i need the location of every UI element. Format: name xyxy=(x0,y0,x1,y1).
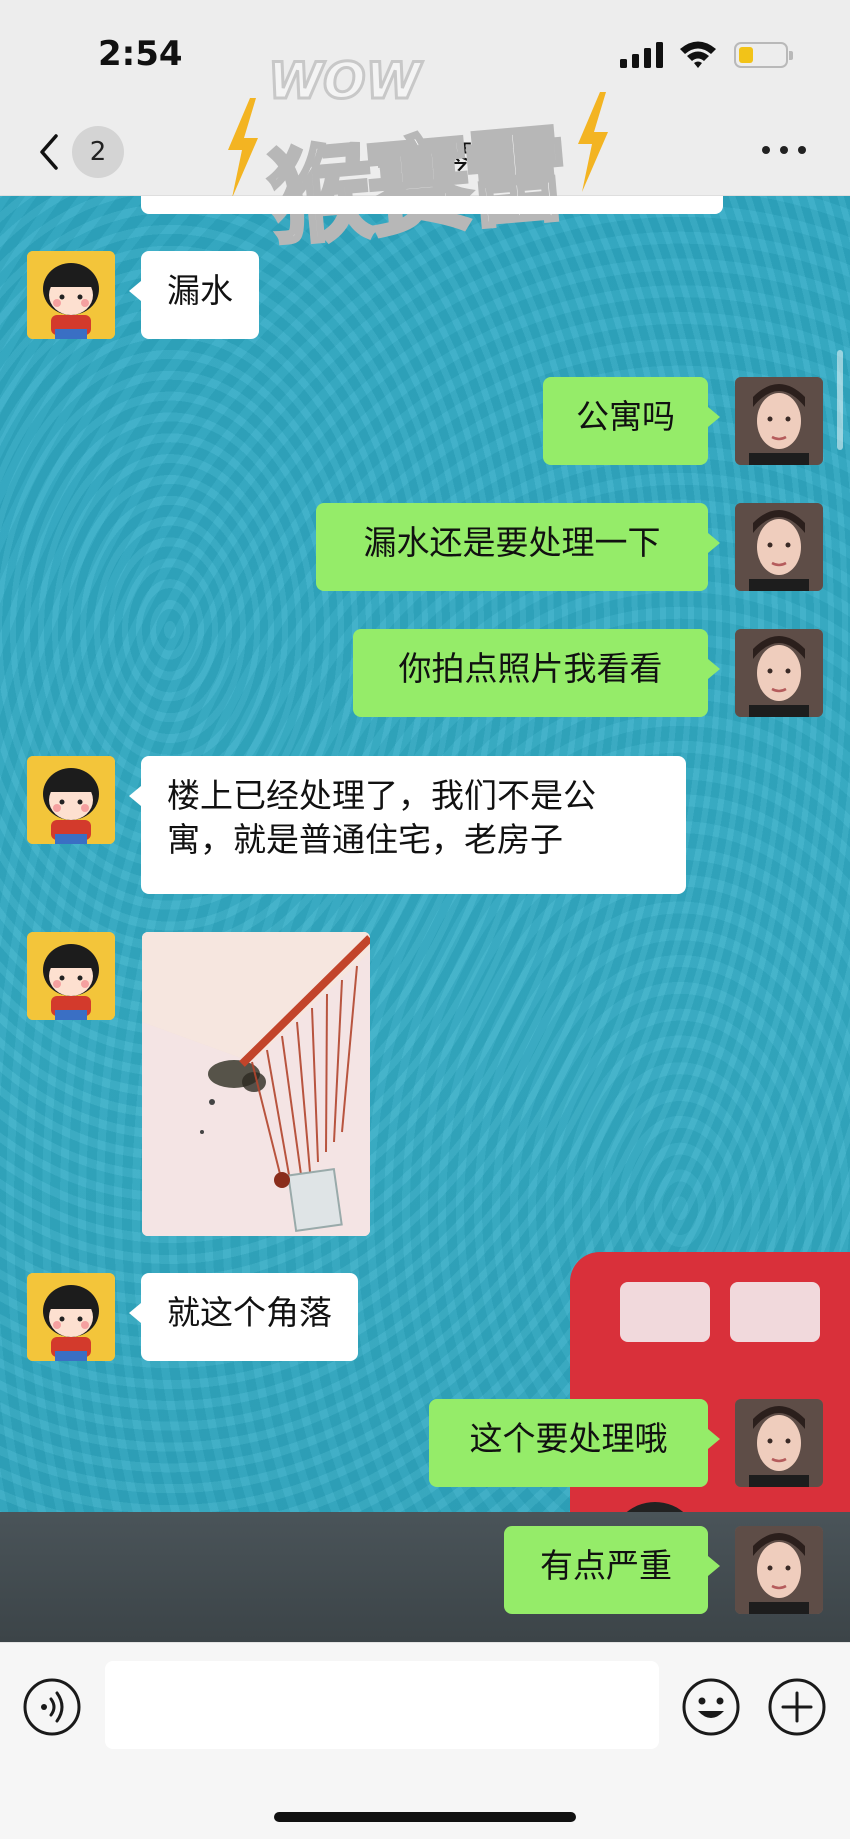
message-text-line: 楼上已经处理了，我们不是公 xyxy=(167,776,596,815)
image-message[interactable] xyxy=(142,932,370,1236)
truck-window xyxy=(620,1282,710,1342)
my-avatar[interactable] xyxy=(735,1526,823,1614)
chevron-left-icon xyxy=(40,134,58,170)
unread-count-badge: 2 xyxy=(72,126,124,178)
voice-icon[interactable] xyxy=(22,1677,82,1737)
message-text: 就这个角落 xyxy=(167,1293,332,1332)
cartoon-girl-avatar-icon xyxy=(27,251,115,339)
message-input[interactable] xyxy=(105,1661,659,1749)
my-avatar[interactable] xyxy=(735,377,823,465)
message-text: 你拍点照片我看看 xyxy=(398,649,663,688)
battery-icon xyxy=(734,42,793,68)
more-dots-icon xyxy=(780,146,788,154)
outgoing-message-bubble[interactable]: 公寓吗 xyxy=(543,377,720,465)
user-photo-avatar-icon xyxy=(735,377,823,465)
my-avatar[interactable] xyxy=(735,1399,823,1487)
message-text: 公寓吗 xyxy=(576,397,675,436)
outgoing-message-bubble[interactable]: 漏水还是要处理一下 xyxy=(316,503,720,591)
my-avatar[interactable] xyxy=(735,629,823,717)
cartoon-girl-avatar-icon xyxy=(27,1273,115,1361)
contact-avatar[interactable] xyxy=(27,932,115,1020)
outgoing-message-bubble[interactable]: 有点严重 xyxy=(504,1526,720,1614)
user-photo-avatar-icon xyxy=(735,629,823,717)
wifi-icon xyxy=(680,41,716,68)
message-text: 漏水还是要处理一下 xyxy=(363,523,661,562)
plus-icon[interactable] xyxy=(767,1677,827,1737)
contact-avatar[interactable] xyxy=(27,1273,115,1361)
more-options-button[interactable] xyxy=(760,140,810,160)
message-composer xyxy=(0,1642,850,1839)
battery-level xyxy=(739,47,753,63)
photo-leaking-corner-icon xyxy=(142,932,370,1236)
contact-avatar[interactable] xyxy=(27,251,115,339)
cellular-signal-icon xyxy=(620,42,663,68)
outgoing-message-bubble[interactable]: 这个要处理哦 xyxy=(429,1399,720,1487)
scroll-indicator[interactable] xyxy=(837,350,843,450)
status-bar: 2:54 xyxy=(0,0,850,100)
incoming-message-bubble[interactable]: 漏水 xyxy=(129,251,259,339)
message-text: 有点严重 xyxy=(540,1546,672,1585)
status-time: 2:54 xyxy=(98,34,183,74)
battery-tip xyxy=(789,51,793,60)
partial-message-bubble xyxy=(141,196,723,214)
incoming-message-bubble[interactable]: 楼上已经处理了，我们不是公 寓，就是普通住宅，老房子 xyxy=(129,756,686,894)
cartoon-girl-avatar-icon xyxy=(27,756,115,844)
contact-avatar[interactable] xyxy=(27,756,115,844)
message-text-line: 寓，就是普通住宅，老房子 xyxy=(167,820,563,859)
home-indicator[interactable] xyxy=(274,1812,576,1822)
emoji-icon[interactable] xyxy=(681,1677,741,1737)
user-photo-avatar-icon xyxy=(735,1399,823,1487)
user-photo-avatar-icon xyxy=(735,1526,823,1614)
message-text: 漏水 xyxy=(167,271,233,310)
my-avatar[interactable] xyxy=(735,503,823,591)
outgoing-message-bubble[interactable]: 你拍点照片我看看 xyxy=(353,629,720,717)
chat-header: 2 孙玉琴 xyxy=(0,100,850,196)
truck-window xyxy=(730,1282,820,1342)
wallpaper-ground xyxy=(0,1512,850,1642)
user-photo-avatar-icon xyxy=(735,503,823,591)
chat-wallpaper xyxy=(0,196,850,1642)
more-dots-icon xyxy=(798,146,806,154)
more-dots-icon xyxy=(762,146,770,154)
back-button[interactable]: 2 xyxy=(28,122,128,178)
incoming-message-bubble[interactable]: 就这个角落 xyxy=(129,1273,358,1361)
chat-title: 孙玉琴 xyxy=(376,138,473,176)
message-text: 这个要处理哦 xyxy=(469,1419,668,1458)
cartoon-girl-avatar-icon xyxy=(27,932,115,1020)
